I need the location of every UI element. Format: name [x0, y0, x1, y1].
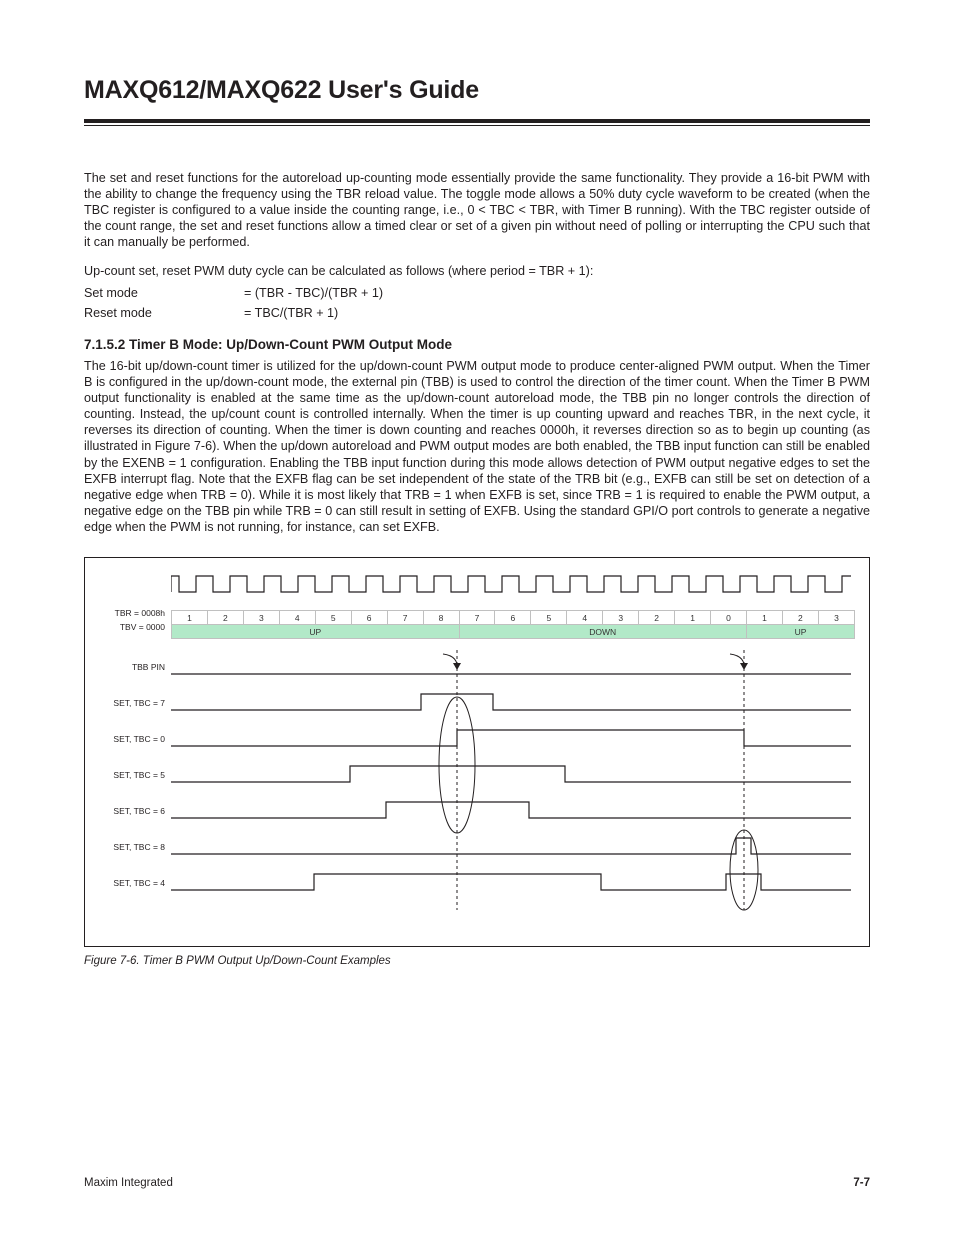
- set-mode-label: Set mode: [84, 283, 244, 303]
- row-tbc4-label: SET, TBC = 4: [91, 878, 165, 888]
- row-tbc8-label: SET, TBC = 8: [91, 842, 165, 852]
- tbb-pin-label: TBB PIN: [91, 662, 165, 672]
- mode-formulas: Set mode = (TBR - TBC)/(TBR + 1) Reset m…: [84, 283, 870, 323]
- reset-mode-label: Reset mode: [84, 303, 244, 323]
- reset-mode-formula: = TBC/(TBR + 1): [244, 303, 338, 323]
- paragraph-updown: The 16-bit up/down-count timer is utiliz…: [84, 358, 870, 535]
- count-row: 123 456 787 654 321 012 3: [172, 611, 855, 625]
- page: MAXQ612/MAXQ622 User's Guide The set and…: [0, 0, 954, 1235]
- paragraph-intro: The set and reset functions for the auto…: [84, 170, 870, 251]
- page-footer: Maxim Integrated 7-7: [84, 1177, 870, 1189]
- clock-waveform: [171, 572, 851, 596]
- tbv-label: TBV = 0000: [91, 622, 165, 632]
- section-heading: 7.1.5.2 Timer B Mode: Up/Down-Count PWM …: [84, 337, 870, 352]
- row-tbc0-label: SET, TBC = 0: [91, 734, 165, 744]
- tbr-label: TBR = 0008h: [91, 608, 165, 618]
- row-tbc7-label: SET, TBC = 7: [91, 698, 165, 708]
- rule-thick: [84, 119, 870, 123]
- footer-page-number: 7-7: [853, 1177, 870, 1189]
- footer-left: Maxim Integrated: [84, 1177, 173, 1189]
- count-grid: 123 456 787 654 321 012 3 UP DOWN UP: [171, 610, 855, 639]
- direction-row: UP DOWN UP: [172, 625, 855, 639]
- row-tbc5-label: SET, TBC = 5: [91, 770, 165, 780]
- signal-traces: [171, 650, 851, 930]
- figure-7-6: TBR = 0008h TBV = 0000 TBB PIN SET, TBC …: [84, 557, 870, 947]
- paragraph-formula-lead: Up-count set, reset PWM duty cycle can b…: [84, 263, 870, 279]
- document-title: MAXQ612/MAXQ622 User's Guide: [84, 76, 870, 105]
- figure-caption: Figure 7-6. Timer B PWM Output Up/Down-C…: [84, 955, 870, 967]
- row-tbc6-label: SET, TBC = 6: [91, 806, 165, 816]
- set-mode-formula: = (TBR - TBC)/(TBR + 1): [244, 283, 383, 303]
- rule-thin: [84, 125, 870, 126]
